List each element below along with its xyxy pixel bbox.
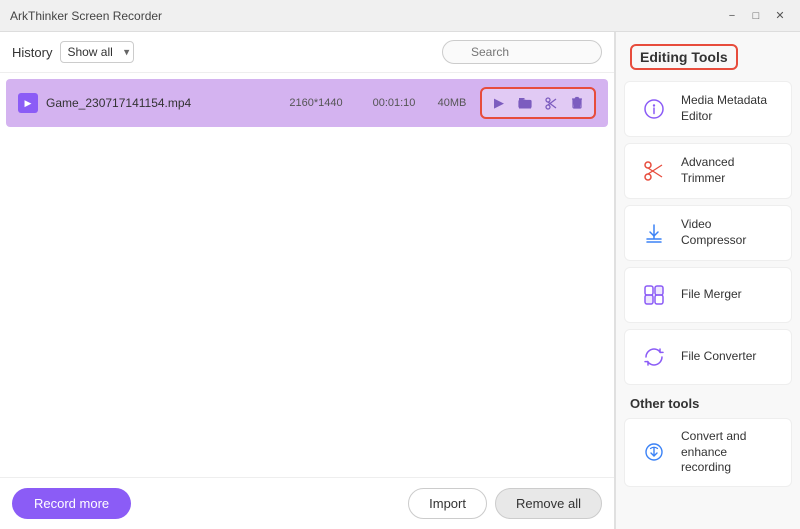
tool-item-file-merger[interactable]: File Merger	[624, 267, 792, 323]
history-label: History	[12, 45, 52, 60]
convert-enhance-label: Convert andenhance recording	[681, 429, 779, 476]
video-compressor-icon	[637, 216, 671, 250]
file-duration: 00:01:10	[364, 97, 424, 109]
maximize-button[interactable]: □	[746, 6, 766, 26]
show-all-select[interactable]: Show all	[60, 41, 134, 63]
title-bar: ArkThinker Screen Recorder − □ ✕	[0, 0, 800, 32]
file-size: 40MB	[432, 97, 472, 109]
app-title: ArkThinker Screen Recorder	[10, 9, 722, 23]
minimize-button[interactable]: −	[722, 6, 742, 26]
close-button[interactable]: ✕	[770, 6, 790, 26]
search-wrapper: 🔍	[442, 40, 602, 64]
bottom-bar: Record more Import Remove all	[0, 477, 614, 529]
record-more-button[interactable]: Record more	[12, 488, 131, 519]
window-controls: − □ ✕	[722, 6, 790, 26]
convert-enhance-icon	[637, 435, 671, 469]
open-folder-button[interactable]	[514, 92, 536, 114]
search-input[interactable]	[442, 40, 602, 64]
file-resolution: 2160*1440	[276, 97, 356, 109]
table-row[interactable]: ▶ Game_230717141154.mp4 2160*1440 00:01:…	[6, 79, 608, 127]
media-metadata-icon	[637, 92, 671, 126]
left-panel: History Show all 🔍 ▶ Game_230717141154.m…	[0, 32, 615, 529]
trim-button[interactable]	[540, 92, 562, 114]
show-all-wrapper[interactable]: Show all	[60, 41, 134, 63]
app-body: History Show all 🔍 ▶ Game_230717141154.m…	[0, 32, 800, 529]
file-list: ▶ Game_230717141154.mp4 2160*1440 00:01:…	[0, 73, 614, 477]
advanced-trimmer-label: AdvancedTrimmer	[681, 155, 734, 186]
file-merger-icon	[637, 278, 671, 312]
tool-item-video-compressor[interactable]: VideoCompressor	[624, 205, 792, 261]
tool-item-convert-enhance[interactable]: Convert andenhance recording	[624, 418, 792, 487]
advanced-trimmer-icon	[637, 154, 671, 188]
right-panel: Editing Tools Media MetadataEditor	[615, 32, 800, 529]
file-type-icon: ▶	[18, 93, 38, 113]
other-tools-label: Other tools	[616, 388, 800, 415]
editing-tools-header: Editing Tools	[616, 32, 800, 78]
video-compressor-label: VideoCompressor	[681, 217, 746, 248]
toolbar-row: History Show all 🔍	[0, 32, 614, 73]
file-converter-label: File Converter	[681, 349, 756, 365]
media-metadata-label: Media MetadataEditor	[681, 93, 767, 124]
file-name: Game_230717141154.mp4	[46, 96, 268, 110]
import-button[interactable]: Import	[408, 488, 487, 519]
tool-item-file-converter[interactable]: File Converter	[624, 329, 792, 385]
file-action-buttons: ▶	[480, 87, 596, 119]
tool-item-advanced-trimmer[interactable]: AdvancedTrimmer	[624, 143, 792, 199]
tool-item-media-metadata[interactable]: Media MetadataEditor	[624, 81, 792, 137]
editing-tools-label: Editing Tools	[630, 44, 738, 70]
remove-all-button[interactable]: Remove all	[495, 488, 602, 519]
delete-button[interactable]	[566, 92, 588, 114]
play-button[interactable]: ▶	[488, 92, 510, 114]
file-merger-label: File Merger	[681, 287, 742, 303]
file-converter-icon	[637, 340, 671, 374]
